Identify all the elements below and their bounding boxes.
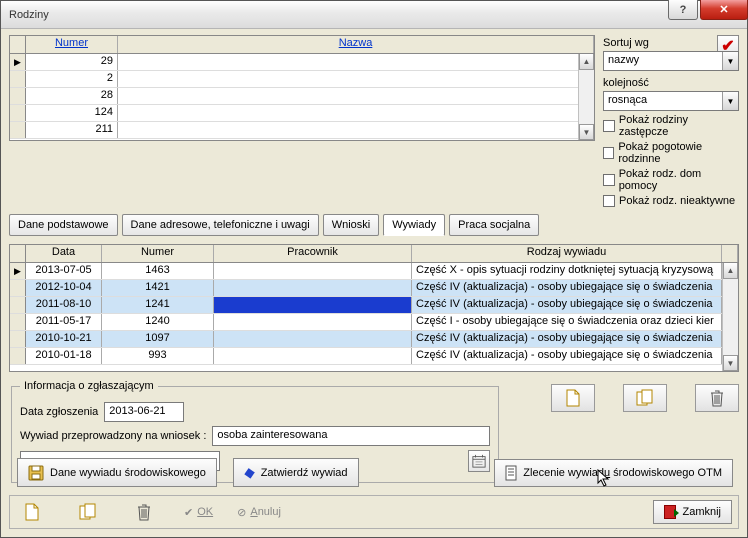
col-numer-header[interactable]: Numer: [55, 37, 88, 49]
copy-documents-icon: [636, 389, 654, 407]
sort-label: Sortuj wg: [603, 37, 739, 49]
col-data-header[interactable]: Data: [26, 245, 102, 262]
table-row[interactable]: 2010-10-21 1097 Część IV (aktualizacja) …: [10, 331, 738, 348]
anuluj-button[interactable]: ⊘ Anuluj: [237, 506, 281, 519]
disk-icon: [28, 465, 44, 481]
tab-wnioski[interactable]: Wnioski: [323, 214, 380, 236]
tab-praca-socjalna[interactable]: Praca socjalna: [449, 214, 539, 236]
titlebar: Rodziny ? ✕: [1, 1, 747, 29]
table-row[interactable]: 124: [10, 105, 594, 122]
copy-documents-icon: [79, 503, 97, 521]
app-window: Rodziny ? ✕ ✔ Numer Nazwa ▶ 29 2 28 124 …: [0, 0, 748, 538]
table-row[interactable]: 2012-10-04 1421 Część IV (aktualizacja) …: [10, 280, 738, 297]
col-numer-header[interactable]: Numer: [102, 245, 214, 262]
new-button[interactable]: [551, 384, 595, 412]
bottom-toolbar: ✔ OK ⊘ Anuluj Zamknij: [9, 495, 739, 529]
interviews-scrollbar[interactable]: ▲▼: [722, 263, 738, 371]
dane-wywiadu-button[interactable]: Dane wywiadu środowiskowego: [17, 458, 217, 487]
bottom-copy-button[interactable]: [72, 499, 104, 525]
window-title: Rodziny: [9, 9, 49, 21]
tab-dane-adresowe[interactable]: Dane adresowe, telefoniczne i uwagi: [122, 214, 319, 236]
zamknij-button[interactable]: Zamknij: [653, 500, 732, 524]
interviews-grid[interactable]: Data Numer Pracownik Rodzaj wywiadu ▶ 20…: [9, 244, 739, 372]
new-document-icon: [24, 503, 40, 521]
tabs: Dane podstawowe Dane adresowe, telefonic…: [9, 214, 739, 236]
trash-icon: [137, 503, 151, 521]
trash-icon: [710, 389, 724, 407]
check-pogotowie[interactable]: Pokaż pogotowie rodzinne: [603, 141, 739, 165]
families-scrollbar[interactable]: ▲▼: [578, 54, 594, 140]
wniosek-label: Wywiad przeprowadzony na wniosek :: [20, 430, 206, 442]
copy-button[interactable]: [623, 384, 667, 412]
exit-icon: [664, 505, 676, 519]
table-row[interactable]: 2010-01-18 993 Część IV (aktualizacja) -…: [10, 348, 738, 365]
col-nazwa-header[interactable]: Nazwa: [339, 37, 373, 49]
wniosek-field[interactable]: osoba zainteresowana: [212, 426, 490, 446]
table-row[interactable]: ▶ 2013-07-05 1463 Część X - opis sytuacj…: [10, 263, 738, 280]
dane-wywiadu-label: Dane wywiadu środowiskowego: [50, 467, 206, 479]
table-row[interactable]: 2011-05-17 1240 Część I - osoby ubiegają…: [10, 314, 738, 331]
stamp-icon: ◆: [243, 463, 257, 482]
zatwierdz-label: Zatwierdź wywiad: [261, 467, 348, 479]
sort-by-select[interactable]: nazwy ▼: [603, 51, 739, 71]
table-row[interactable]: 2: [10, 71, 594, 88]
col-rodzaj-header[interactable]: Rodzaj wywiadu: [412, 245, 722, 262]
info-legend: Informacja o zgłaszającym: [20, 380, 158, 392]
document-icon: [505, 465, 517, 481]
tab-dane-podstawowe[interactable]: Dane podstawowe: [9, 214, 118, 236]
bottom-new-button[interactable]: [16, 499, 48, 525]
calendar-button[interactable]: [468, 450, 490, 472]
families-grid[interactable]: Numer Nazwa ▶ 29 2 28 124 211 ▲▼: [9, 35, 595, 141]
col-pracownik-header[interactable]: Pracownik: [214, 245, 412, 262]
data-zgloszenia-label: Data zgłoszenia: [20, 406, 98, 418]
zatwierdz-button[interactable]: ◆ Zatwierdź wywiad: [233, 458, 359, 487]
data-zgloszenia-field[interactable]: 2013-06-21: [104, 402, 184, 422]
bottom-delete-button[interactable]: [128, 499, 160, 525]
help-button[interactable]: ?: [668, 0, 698, 20]
check-zastepcze[interactable]: Pokaż rodziny zastępcze: [603, 114, 739, 138]
cancel-icon: ⊘: [237, 506, 246, 519]
check-dom-pomocy[interactable]: Pokaż rodz. dom pomocy: [603, 168, 739, 192]
zlecenie-button[interactable]: Zlecenie wywiadu środowiskowego OTM: [494, 459, 733, 487]
table-row[interactable]: ▶ 29: [10, 54, 594, 71]
sort-panel: Sortuj wg nazwy ▼ kolejność rosnąca ▼ Po…: [603, 35, 739, 210]
table-row[interactable]: 211: [10, 122, 594, 139]
order-label: kolejność: [603, 77, 739, 89]
check-icon: ✔: [184, 506, 193, 519]
delete-button[interactable]: [695, 384, 739, 412]
table-row[interactable]: 2011-08-10 1241 Część IV (aktualizacja) …: [10, 297, 738, 314]
new-document-icon: [565, 389, 581, 407]
table-row[interactable]: 28: [10, 88, 594, 105]
sort-order-select[interactable]: rosnąca ▼: [603, 91, 739, 111]
chevron-down-icon: ▼: [722, 92, 738, 110]
tab-wywiady[interactable]: Wywiady: [383, 214, 445, 236]
close-window-button[interactable]: ✕: [700, 0, 748, 20]
chevron-down-icon: ▼: [722, 52, 738, 70]
check-nieaktywne[interactable]: Pokaż rodz. nieaktywne: [603, 195, 739, 207]
calendar-icon: [472, 454, 486, 468]
ok-button[interactable]: ✔ OK: [184, 506, 213, 519]
